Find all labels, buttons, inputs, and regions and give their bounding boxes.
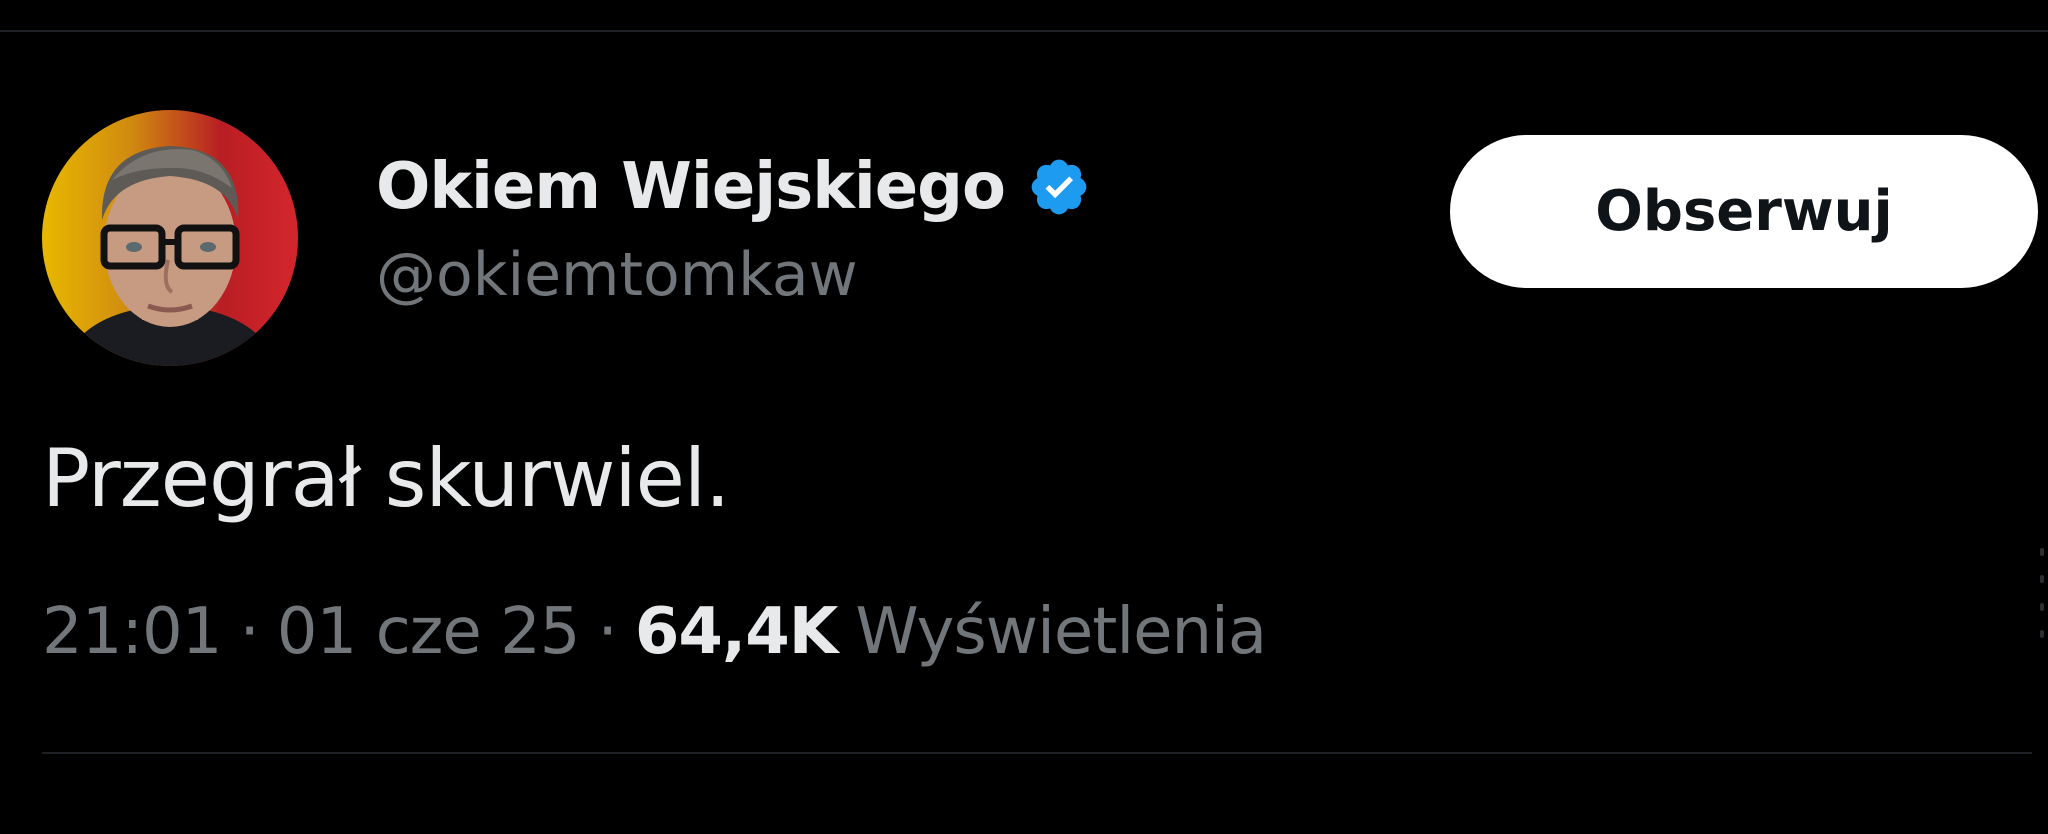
scroll-indicator: [2040, 548, 2044, 638]
tweet-date[interactable]: 01 cze 25: [277, 595, 581, 669]
bottom-divider: [42, 752, 2032, 754]
top-divider: [0, 30, 2048, 32]
profile-photo-icon: [42, 110, 298, 366]
author-handle[interactable]: @okiemtomkaw: [376, 240, 858, 310]
meta-separator: ·: [597, 595, 618, 669]
author-display-name[interactable]: Okiem Wiejskiego: [376, 150, 1006, 224]
follow-button[interactable]: Obserwuj: [1450, 135, 2038, 288]
view-count[interactable]: 64,4K: [635, 595, 838, 669]
author-name-row[interactable]: Okiem Wiejskiego: [376, 142, 1091, 232]
meta-separator: ·: [239, 595, 259, 669]
verified-badge-icon: [1027, 155, 1091, 219]
author-avatar[interactable]: [42, 110, 298, 366]
tweet-meta: 21:01 · 01 cze 25 · 64,4K Wyświetlenia: [42, 592, 1267, 672]
tweet-text: Przegrał skurwiel.: [42, 432, 730, 525]
tweet-time[interactable]: 21:01: [42, 595, 222, 669]
view-label[interactable]: Wyświetlenia: [855, 595, 1267, 669]
